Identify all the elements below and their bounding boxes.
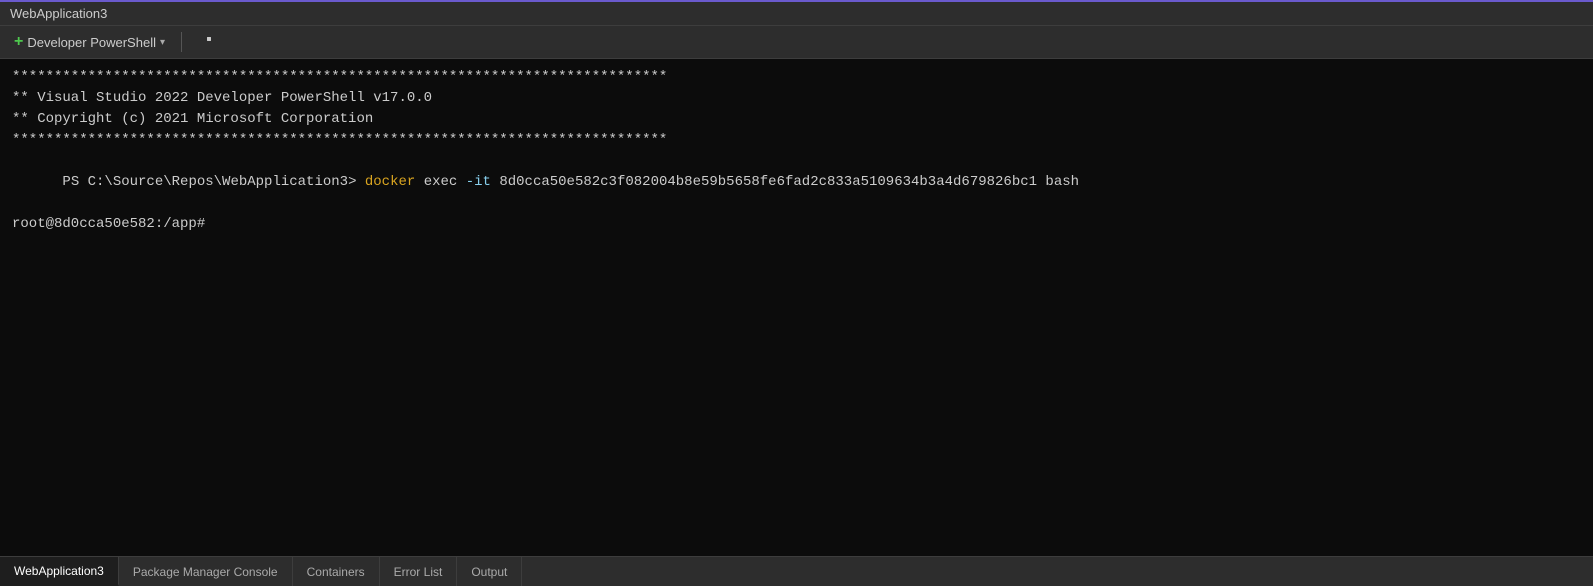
bottom-tab-bar: WebApplication3 Package Manager Console … xyxy=(0,556,1593,586)
new-terminal-label: Developer PowerShell xyxy=(27,35,156,50)
info-line-1: ** Visual Studio 2022 Developer PowerShe… xyxy=(12,88,1581,109)
tab-containers[interactable]: Containers xyxy=(293,557,380,586)
window-title: WebApplication3 xyxy=(10,6,107,21)
tab-webapplication3[interactable]: WebApplication3 xyxy=(0,557,119,586)
settings-button[interactable] xyxy=(260,30,288,54)
new-terminal-button[interactable]: + Developer PowerShell ▾ xyxy=(8,31,171,53)
split-terminal-button[interactable] xyxy=(192,30,220,54)
title-bar: WebApplication3 xyxy=(0,2,1593,26)
bash-cmd: bash xyxy=(1037,174,1079,190)
exec-cmd: exec xyxy=(415,174,465,190)
tab-output[interactable]: Output xyxy=(457,557,522,586)
stars-line-2: ****************************************… xyxy=(12,130,1581,151)
copy-icon xyxy=(232,34,248,50)
command-line: PS C:\Source\Repos\WebApplication3> dock… xyxy=(12,151,1581,214)
gear-icon xyxy=(266,34,282,50)
tab-package-manager-console[interactable]: Package Manager Console xyxy=(119,557,293,586)
tab-error-list[interactable]: Error List xyxy=(380,557,458,586)
toolbar: + Developer PowerShell ▾ xyxy=(0,26,1593,59)
terminal-window: WebApplication3 + Developer PowerShell ▾ xyxy=(0,0,1593,586)
info-line-2: ** Copyright (c) 2021 Microsoft Corporat… xyxy=(12,109,1581,130)
flag-it: -it xyxy=(466,174,491,190)
stars-line-1: ****************************************… xyxy=(12,67,1581,88)
plus-icon: + xyxy=(14,33,23,51)
copy-button[interactable] xyxy=(226,30,254,54)
ps-prompt: PS C:\Source\Repos\WebApplication3> xyxy=(62,174,364,190)
container-hash: 8d0cca50e582c3f082004b8e59b5658fe6fad2c8… xyxy=(491,174,1037,190)
chevron-down-icon: ▾ xyxy=(160,37,165,48)
root-prompt-line: root@8d0cca50e582:/app# xyxy=(12,214,1581,235)
terminal-body[interactable]: ****************************************… xyxy=(0,59,1593,556)
toolbar-separator xyxy=(181,32,182,52)
split-icon xyxy=(198,34,214,50)
docker-cmd: docker xyxy=(365,174,415,190)
